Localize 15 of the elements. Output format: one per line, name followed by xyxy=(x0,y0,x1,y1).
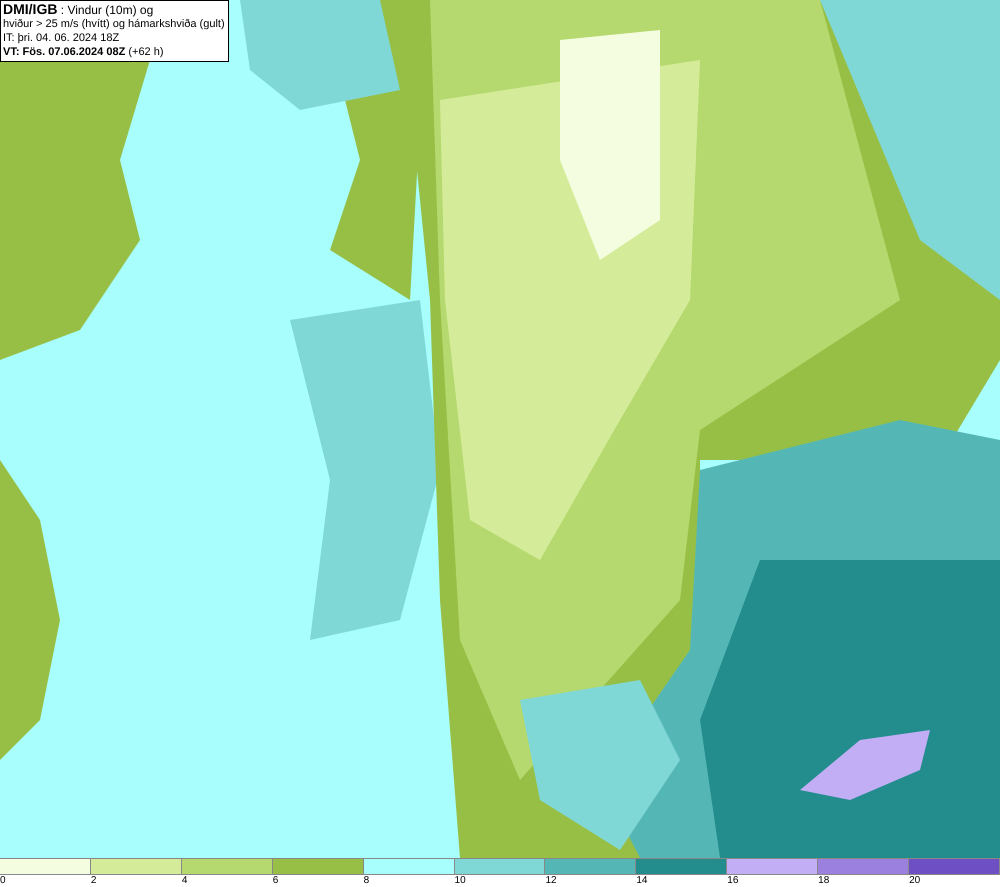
legend-label: 10 xyxy=(454,875,466,887)
info-text: DMI/IGB : Vindur (10m) og xyxy=(3,2,154,17)
info-text: hviður > 25 m/s (hvítt) og hámarkshviða (gult) xyxy=(3,17,225,31)
legend-label: 6 xyxy=(272,875,278,887)
legend-label: 14 xyxy=(636,875,648,887)
legend-label: 18 xyxy=(818,875,830,887)
legend-label: 8 xyxy=(364,875,370,887)
legend-label: 2 xyxy=(90,875,96,887)
legend-label: 16 xyxy=(727,875,738,887)
legend-label: 20 xyxy=(909,875,920,887)
legend-label: 12 xyxy=(545,875,557,887)
legend-label: 0 xyxy=(0,875,6,887)
info-text: IT: þri. 04. 06. 2024 18Z xyxy=(3,31,120,45)
legend-label: 4 xyxy=(182,875,188,887)
info-text: VT: Fös. 07.06.2024 08Z (+62 h) xyxy=(3,45,165,59)
